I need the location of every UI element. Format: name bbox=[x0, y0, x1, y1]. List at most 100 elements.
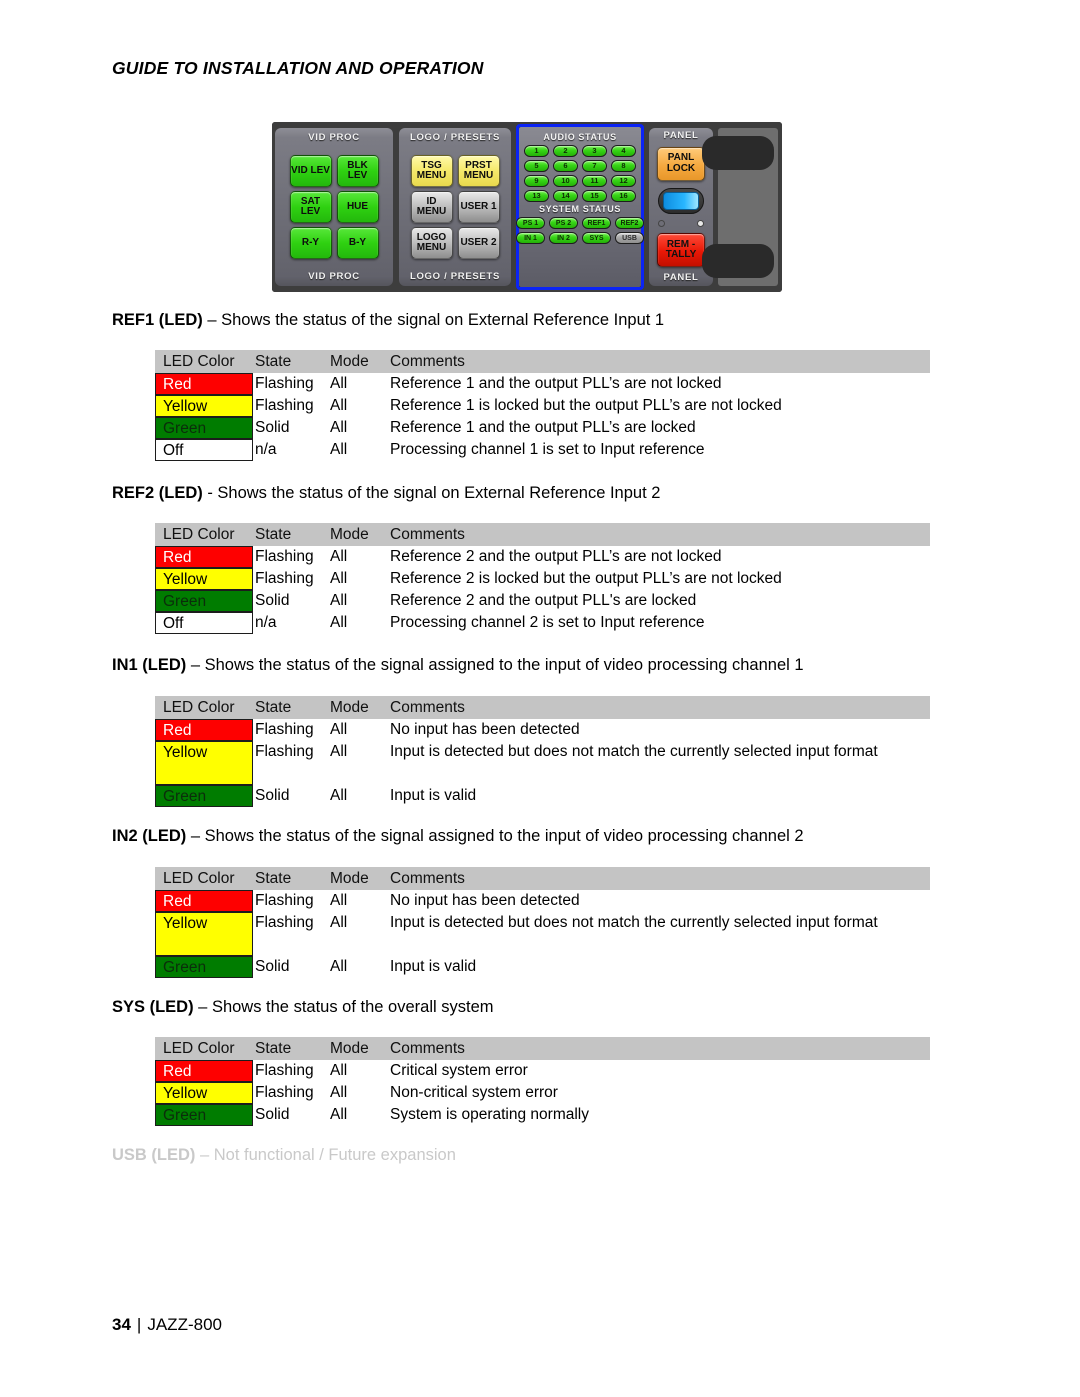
in2-heading-bold: IN2 (LED) bbox=[112, 827, 187, 845]
header-mode: Mode bbox=[330, 350, 390, 373]
system-led-ps1: PS 1 bbox=[516, 217, 545, 229]
ref2-heading-rest: - Shows the status of the signal on Exte… bbox=[202, 484, 661, 502]
footer-product-name: JAZZ-800 bbox=[147, 1315, 222, 1334]
button-user-1[interactable]: USER 1 bbox=[457, 191, 500, 223]
footer-page-number: 34 bbox=[112, 1315, 131, 1334]
led-color-swatch: Off bbox=[155, 612, 253, 634]
cell-comment: Reference 1 and the output PLL’s are not… bbox=[390, 375, 722, 392]
ref2-heading-bold: REF2 (LED) bbox=[112, 484, 203, 502]
audio-led-12: 12 bbox=[611, 175, 636, 187]
audio-led-6: 6 bbox=[553, 160, 578, 172]
cell-mode: All bbox=[330, 1106, 348, 1123]
led-color-swatch: Green bbox=[155, 1104, 253, 1126]
section-heading-in1: IN1 (LED) – Shows the status of the sign… bbox=[112, 655, 804, 675]
button-r-y[interactable]: R-Y bbox=[289, 227, 332, 259]
sys-heading-bold: SYS (LED) bbox=[112, 998, 194, 1016]
button-user-2[interactable]: USER 2 bbox=[457, 227, 500, 259]
in1-heading-bold: IN1 (LED) bbox=[112, 656, 187, 674]
logo-presets-top-label: LOGO / PRESETS bbox=[409, 132, 501, 143]
usb-note-bold: USB (LED) bbox=[112, 1146, 196, 1164]
knob-dot-row bbox=[658, 219, 704, 227]
panel-handle-bottom bbox=[702, 244, 774, 278]
audio-led-7: 7 bbox=[582, 160, 607, 172]
led-color-swatch: Yellow bbox=[155, 395, 253, 417]
table-in2: LED Color State Mode Comments Red Flashi… bbox=[155, 867, 930, 978]
led-color-swatch: Yellow bbox=[155, 1082, 253, 1104]
button-blk-lev[interactable]: BLK LEV bbox=[336, 155, 379, 187]
table-ref1: LED Color State Mode Comments Red Flashi… bbox=[155, 350, 930, 461]
table-ref2: LED Color State Mode Comments Red Flashi… bbox=[155, 523, 930, 634]
cell-mode: All bbox=[330, 614, 348, 631]
cell-comment: Processing channel 1 is set to Input ref… bbox=[390, 441, 705, 458]
audio-status-title: AUDIO STATUS bbox=[543, 132, 617, 142]
header-state: State bbox=[255, 523, 330, 546]
table-header-row: LED Color State Mode Comments bbox=[155, 1037, 930, 1060]
button-panl-lock[interactable]: PANL LOCK bbox=[657, 146, 705, 181]
ref1-heading-rest: – Shows the status of the signal on Exte… bbox=[202, 311, 665, 329]
button-tsg-menu[interactable]: TSG MENU bbox=[410, 155, 453, 187]
table-row: Green Solid All Input is valid bbox=[155, 785, 930, 807]
cell-state: Flashing bbox=[255, 570, 314, 587]
button-id-menu[interactable]: ID MENU bbox=[410, 191, 453, 223]
audio-led-15: 15 bbox=[582, 190, 607, 202]
table-sys: LED Color State Mode Comments Red Flashi… bbox=[155, 1037, 930, 1126]
table-row: Green Solid All System is operating norm… bbox=[155, 1104, 930, 1126]
system-led-usb: USB bbox=[615, 232, 644, 244]
vid-proc-button-grid: VID LEV BLK LEV SAT LEV HUE R-Y B-Y bbox=[289, 145, 379, 270]
audio-led-16: 16 bbox=[611, 190, 636, 202]
cell-comment: No input has been detected bbox=[390, 721, 580, 738]
vid-proc-bottom-label: VID PROC bbox=[308, 270, 360, 282]
usb-note: USB (LED) – Not functional / Future expa… bbox=[112, 1145, 456, 1165]
header-mode: Mode bbox=[330, 867, 390, 890]
button-sat-lev[interactable]: SAT LEV bbox=[289, 191, 332, 223]
audio-status-inner: AUDIO STATUS 1 2 3 4 5 6 7 8 9 10 11 12 … bbox=[516, 127, 644, 287]
button-b-y[interactable]: B-Y bbox=[336, 227, 379, 259]
page-running-header: GUIDE TO INSTALLATION AND OPERATION bbox=[112, 58, 484, 78]
button-vid-lev[interactable]: VID LEV bbox=[289, 155, 332, 187]
button-prst-menu[interactable]: PRST MENU bbox=[457, 155, 500, 187]
header-mode: Mode bbox=[330, 696, 390, 719]
button-hue[interactable]: HUE bbox=[336, 191, 379, 223]
cell-mode: All bbox=[330, 548, 348, 565]
panel-group-audio-status-highlighted: AUDIO STATUS 1 2 3 4 5 6 7 8 9 10 11 12 … bbox=[516, 124, 644, 290]
in2-heading-rest: – Shows the status of the signal assigne… bbox=[186, 827, 804, 845]
audio-led-3: 3 bbox=[582, 145, 607, 157]
cell-comment: Critical system error bbox=[390, 1062, 528, 1079]
panel-blank-plate bbox=[702, 128, 778, 286]
header-comments: Comments bbox=[390, 696, 930, 719]
audio-led-4: 4 bbox=[611, 145, 636, 157]
header-comments: Comments bbox=[390, 867, 930, 890]
header-state: State bbox=[255, 1037, 330, 1060]
audio-led-10: 10 bbox=[553, 175, 578, 187]
table-header-row: LED Color State Mode Comments bbox=[155, 696, 930, 719]
in1-heading-rest: – Shows the status of the signal assigne… bbox=[186, 656, 804, 674]
audio-led-1: 1 bbox=[524, 145, 549, 157]
audio-led-2: 2 bbox=[553, 145, 578, 157]
header-comments: Comments bbox=[390, 1037, 930, 1060]
table-row: Yellow Flashing All Reference 2 is locke… bbox=[155, 568, 930, 590]
led-color-swatch: Yellow bbox=[155, 741, 253, 785]
header-comments: Comments bbox=[390, 350, 930, 373]
led-color-swatch: Green bbox=[155, 785, 253, 807]
table-row: Red Flashing All Critical system error bbox=[155, 1060, 930, 1082]
button-logo-menu[interactable]: LOGO MENU bbox=[410, 227, 453, 259]
button-rem-tally[interactable]: REM - TALLY bbox=[657, 233, 705, 268]
cell-state: Flashing bbox=[255, 397, 314, 414]
table-row: Green Solid All Reference 2 and the outp… bbox=[155, 590, 930, 612]
panel-bottom-label: PANEL bbox=[663, 272, 699, 284]
cell-mode: All bbox=[330, 743, 348, 760]
audio-led-13: 13 bbox=[524, 190, 549, 202]
cell-mode: All bbox=[330, 592, 348, 609]
control-panel-image: VID PROC VID LEV BLK LEV SAT LEV HUE R-Y… bbox=[272, 122, 782, 292]
cell-state: n/a bbox=[255, 441, 277, 458]
rotary-knob[interactable] bbox=[658, 188, 704, 215]
cell-comment: Reference 1 and the output PLL’s are loc… bbox=[390, 419, 696, 436]
cell-state: Flashing bbox=[255, 1062, 314, 1079]
system-led-ref1: REF1 bbox=[582, 217, 611, 229]
section-heading-in2: IN2 (LED) – Shows the status of the sign… bbox=[112, 826, 804, 846]
cell-state: Solid bbox=[255, 958, 290, 975]
header-led-color: LED Color bbox=[155, 523, 255, 546]
system-led-in2: IN 2 bbox=[549, 232, 578, 244]
header-led-color: LED Color bbox=[155, 1037, 255, 1060]
system-led-sys: SYS bbox=[582, 232, 611, 244]
